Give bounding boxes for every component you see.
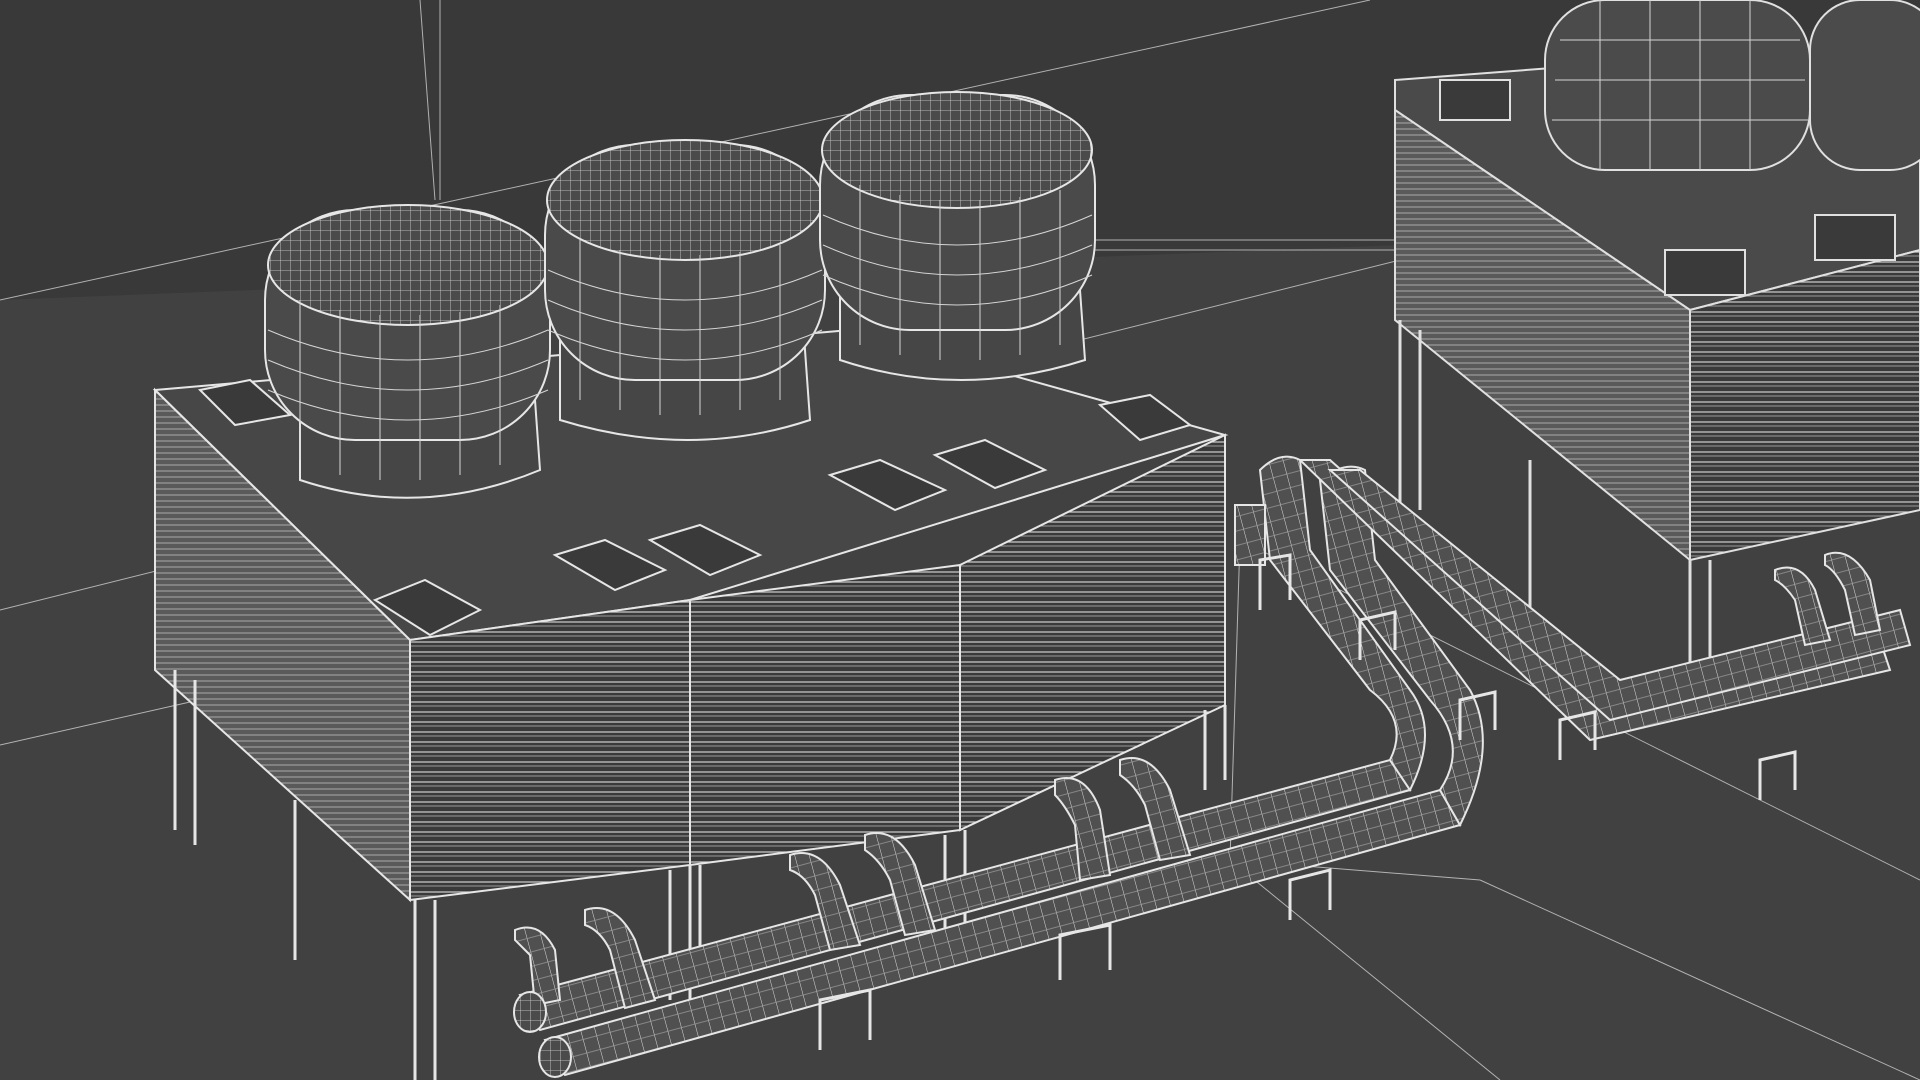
3d-viewport[interactable] bbox=[0, 0, 1920, 1080]
wireframe-scene bbox=[0, 0, 1920, 1080]
